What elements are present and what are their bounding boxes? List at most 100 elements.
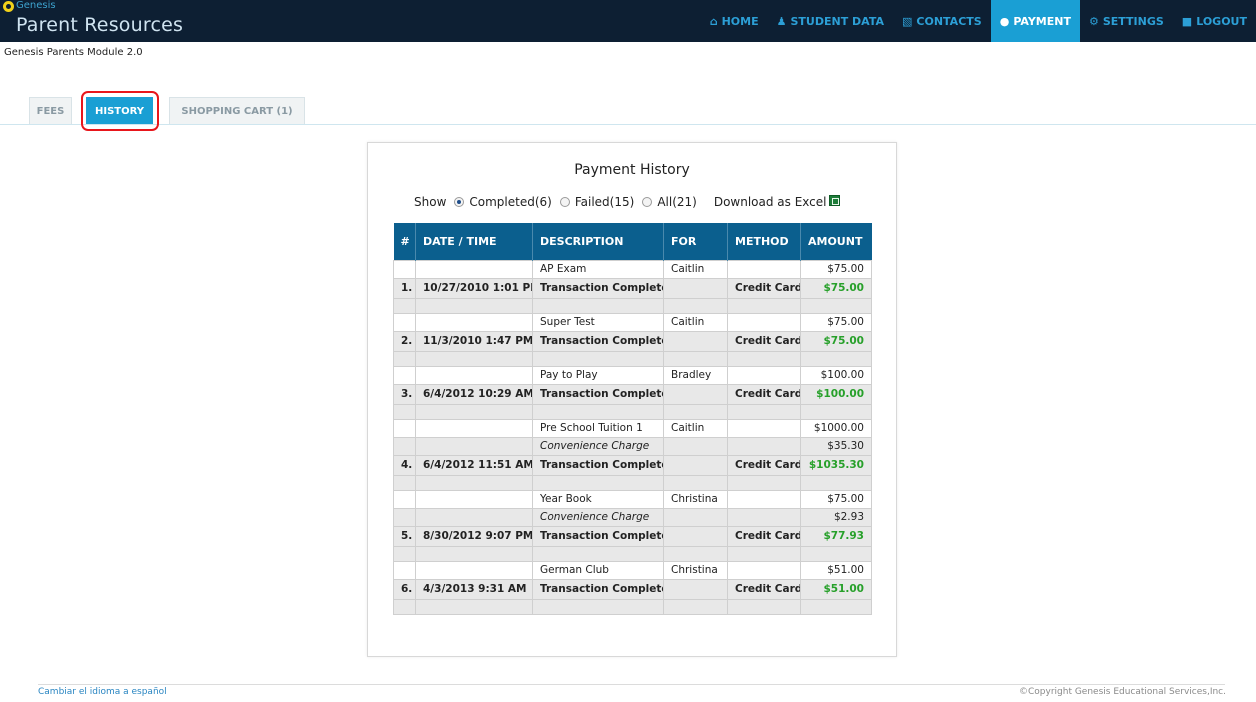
for-cell bbox=[663, 436, 728, 456]
num-cell: 4. bbox=[393, 454, 416, 476]
spacer-cell bbox=[727, 546, 801, 562]
description-cell: Year Book bbox=[532, 489, 664, 509]
tab-history[interactable]: HISTORY bbox=[86, 97, 153, 124]
spacer-cell bbox=[727, 475, 801, 491]
spacer-cell bbox=[532, 351, 664, 367]
description-cell: Pre School Tuition 1 bbox=[532, 418, 664, 438]
nav-logout[interactable]: ■ LOGOUT bbox=[1173, 0, 1256, 42]
num-cell bbox=[393, 365, 416, 385]
datetime-cell: 4/3/2013 9:31 AM bbox=[415, 578, 533, 600]
spacer-cell bbox=[415, 404, 533, 420]
filter-completed-label[interactable]: Completed(6) bbox=[469, 195, 551, 209]
table-body: AP Exam Caitlin $75.00 1. 10/27/2010 1:01 PM… bbox=[393, 259, 872, 615]
amount-cell: $1000.00 bbox=[800, 418, 872, 438]
spacer-cell bbox=[663, 475, 728, 491]
amount-cell: $75.00 bbox=[800, 312, 872, 332]
spacer-cell bbox=[800, 298, 872, 314]
table-header-row: # DATE / TIME DESCRIPTION FOR METHOD AMO… bbox=[393, 223, 872, 260]
description-cell: Pay to Play bbox=[532, 365, 664, 385]
num-cell: 6. bbox=[393, 578, 416, 600]
spacer-cell bbox=[800, 546, 872, 562]
column-header: DESCRIPTION bbox=[532, 223, 664, 260]
nav-student-data[interactable]: ♟ STUDENT DATA bbox=[768, 0, 893, 42]
datetime-cell bbox=[415, 365, 533, 385]
filter-all-label[interactable]: All(21) bbox=[657, 195, 697, 209]
spacer-cell bbox=[800, 599, 872, 615]
column-header: DATE / TIME bbox=[415, 223, 533, 260]
num-cell: 5. bbox=[393, 525, 416, 547]
status-cell: Transaction Complete bbox=[532, 525, 664, 547]
app-title[interactable]: Parent Resources bbox=[16, 12, 183, 38]
filter-failed-radio[interactable] bbox=[559, 197, 570, 207]
address-book-icon: ▧ bbox=[902, 14, 913, 28]
datetime-cell: 6/4/2012 11:51 AM bbox=[415, 454, 533, 476]
description-cell: German Club bbox=[532, 560, 664, 580]
for-cell: Caitlin bbox=[663, 418, 728, 438]
method-cell bbox=[727, 418, 801, 438]
spacer-cell bbox=[393, 546, 416, 562]
nav-contacts-label: CONTACTS bbox=[916, 14, 982, 28]
table-row: Pay to Play Bradley $100.00 bbox=[393, 365, 872, 385]
download-excel-link[interactable]: Download as Excel bbox=[714, 195, 827, 209]
for-cell bbox=[663, 454, 728, 476]
nav-home[interactable]: ⌂ HOME bbox=[701, 0, 768, 42]
total-cell: $75.00 bbox=[800, 330, 872, 352]
method-cell: Credit Card bbox=[727, 383, 801, 405]
spacer-cell bbox=[393, 351, 416, 367]
for-cell: Christina bbox=[663, 489, 728, 509]
filter-completed-radio[interactable] bbox=[454, 197, 465, 207]
column-header: FOR bbox=[663, 223, 728, 260]
genesis-logo-icon bbox=[3, 1, 14, 12]
column-header: # bbox=[393, 223, 416, 260]
spacer-cell bbox=[415, 475, 533, 491]
spacer-cell bbox=[663, 351, 728, 367]
spacer-cell bbox=[532, 298, 664, 314]
for-cell bbox=[663, 507, 728, 527]
amount-cell: $35.30 bbox=[800, 436, 872, 456]
transaction-summary-row: 2. 11/3/2010 1:47 PM Transaction Complete C… bbox=[393, 330, 872, 352]
module-version-label: Genesis Parents Module 2.0 bbox=[4, 47, 143, 58]
copyright-text: ©Copyright Genesis Educational Services,… bbox=[1019, 687, 1226, 697]
tab-fees[interactable]: FEES bbox=[29, 97, 72, 124]
amount-cell: $2.93 bbox=[800, 507, 872, 527]
spacer-row bbox=[393, 475, 872, 491]
filter-failed-label[interactable]: Failed(15) bbox=[575, 195, 634, 209]
description-cell: AP Exam bbox=[532, 259, 664, 279]
filter-all-radio[interactable] bbox=[642, 197, 653, 207]
datetime-cell bbox=[415, 418, 533, 438]
spacer-cell bbox=[663, 404, 728, 420]
total-cell: $1035.30 bbox=[800, 454, 872, 476]
transaction-summary-row: 3. 6/4/2012 10:29 AM Transaction Complete C… bbox=[393, 383, 872, 405]
total-cell: $51.00 bbox=[800, 578, 872, 600]
num-cell bbox=[393, 560, 416, 580]
amount-cell: $51.00 bbox=[800, 560, 872, 580]
column-header: METHOD bbox=[727, 223, 801, 260]
num-cell: 1. bbox=[393, 277, 416, 299]
datetime-cell bbox=[415, 560, 533, 580]
description-cell: Convenience Charge bbox=[532, 436, 664, 456]
spacer-cell bbox=[415, 298, 533, 314]
users-icon: ♟ bbox=[776, 14, 787, 28]
language-link[interactable]: Cambiar el idioma a español bbox=[38, 687, 167, 697]
spacer-cell bbox=[800, 351, 872, 367]
datetime-cell: 11/3/2010 1:47 PM bbox=[415, 330, 533, 352]
table-row: Pre School Tuition 1 Caitlin $1000.00 bbox=[393, 418, 872, 438]
datetime-cell: 6/4/2012 10:29 AM bbox=[415, 383, 533, 405]
status-cell: Transaction Complete bbox=[532, 277, 664, 299]
nav-payment-label: PAYMENT bbox=[1013, 14, 1071, 28]
total-cell: $100.00 bbox=[800, 383, 872, 405]
home-icon: ⌂ bbox=[709, 14, 718, 28]
for-cell: Bradley bbox=[663, 365, 728, 385]
total-cell: $77.93 bbox=[800, 525, 872, 547]
excel-icon[interactable] bbox=[828, 194, 840, 206]
table-row: Convenience Charge $35.30 bbox=[393, 436, 872, 456]
nav-payment[interactable]: ● PAYMENT bbox=[990, 0, 1080, 42]
method-cell: Credit Card bbox=[727, 277, 801, 299]
for-cell bbox=[663, 525, 728, 547]
tab-shopping-cart[interactable]: SHOPPING CART (1) bbox=[169, 97, 305, 124]
spacer-cell bbox=[532, 599, 664, 615]
for-cell: Caitlin bbox=[663, 312, 728, 332]
nav-settings[interactable]: ⚙ SETTINGS bbox=[1080, 0, 1173, 42]
num-cell: 2. bbox=[393, 330, 416, 352]
nav-contacts[interactable]: ▧ CONTACTS bbox=[893, 0, 991, 42]
